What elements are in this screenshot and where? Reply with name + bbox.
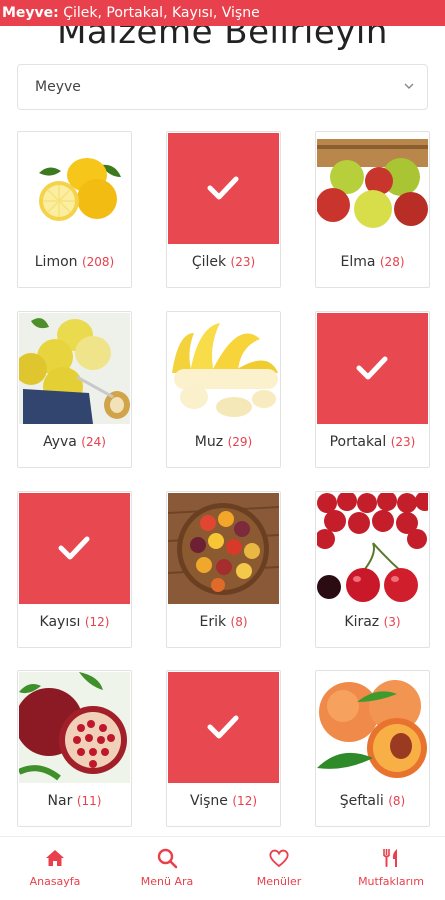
selected-overlay [168,672,279,783]
ingredient-card-kiraz[interactable]: Kiraz (3) [315,491,430,648]
ingredient-label: Portakal (23) [329,434,416,450]
banner-items: Çilek, Portakal, Kayısı, Vişne [63,5,260,21]
selected-overlay [19,493,130,604]
ingredient-label: Kiraz (3) [344,614,401,630]
ingredient-card-cilek[interactable]: Çilek (23) [166,131,281,288]
tab-mutfaklarim[interactable]: Mutfaklarım [336,847,445,888]
cherry-image [317,493,428,604]
tab-menuler[interactable]: Menüler [224,847,334,888]
home-icon [46,850,64,866]
ingredient-label: Çilek (23) [191,254,256,270]
quince-image [19,313,130,424]
bottom-tab-bar: Anasayfa Menü Ara Menüler Mutfaklarım [0,836,445,900]
tab-label: Menüler [256,875,302,888]
check-icon [207,176,239,200]
ingredient-card-visne[interactable]: Vişne (12) [166,670,281,827]
ingredient-label: Ayva (24) [43,434,106,450]
banner-category: Meyve: [2,5,59,21]
ingredient-label: Vişne (12) [189,793,258,809]
apple-image [317,133,428,244]
tab-label: Mutfaklarım [358,875,424,888]
ingredient-card-muz[interactable]: Muz (29) [166,311,281,468]
peach-image [317,672,428,783]
tab-label: Anasayfa [29,875,81,888]
category-select[interactable]: Meyve [17,64,428,110]
ingredient-label: Muz (29) [194,434,253,450]
tab-label: Menü Ara [140,875,194,888]
check-icon [356,356,388,380]
ingredient-card-kayisi[interactable]: Kayısı (12) [17,491,132,648]
ingredient-card-nar[interactable]: Nar (11) [17,670,132,827]
lemon-image [19,133,130,244]
heart-icon [269,849,289,868]
plum-image [168,493,279,604]
ingredient-label: Limon (208) [34,254,115,270]
ingredient-label: Kayısı (12) [39,614,110,630]
selected-overlay [168,133,279,244]
category-select-value: Meyve [35,79,81,95]
ingredient-label: Erik (8) [199,614,248,630]
tab-anasayfa[interactable]: Anasayfa [0,847,110,888]
tab-menu-ara[interactable]: Menü Ara [112,847,222,888]
ingredient-card-seftali[interactable]: Şeftali (8) [315,670,430,827]
chevron-down-icon [404,83,414,89]
ingredient-label: Nar (11) [47,793,102,809]
ingredient-card-ayva[interactable]: Ayva (24) [17,311,132,468]
selected-overlay [317,313,428,424]
selection-banner: Meyve: Çilek, Portakal, Kayısı, Vişne [0,0,445,26]
search-icon [157,848,178,869]
check-icon [58,536,90,560]
ingredient-card-portakal[interactable]: Portakal (23) [315,311,430,468]
ingredient-card-erik[interactable]: Erik (8) [166,491,281,648]
pomegranate-image [19,672,130,783]
ingredient-label: Elma (28) [340,254,405,270]
ingredient-card-limon[interactable]: Limon (208) [17,131,132,288]
ingredient-card-elma[interactable]: Elma (28) [315,131,430,288]
utensils-icon [382,849,397,867]
check-icon [207,715,239,739]
ingredient-label: Şeftali (8) [339,793,406,809]
banana-image [168,313,279,424]
